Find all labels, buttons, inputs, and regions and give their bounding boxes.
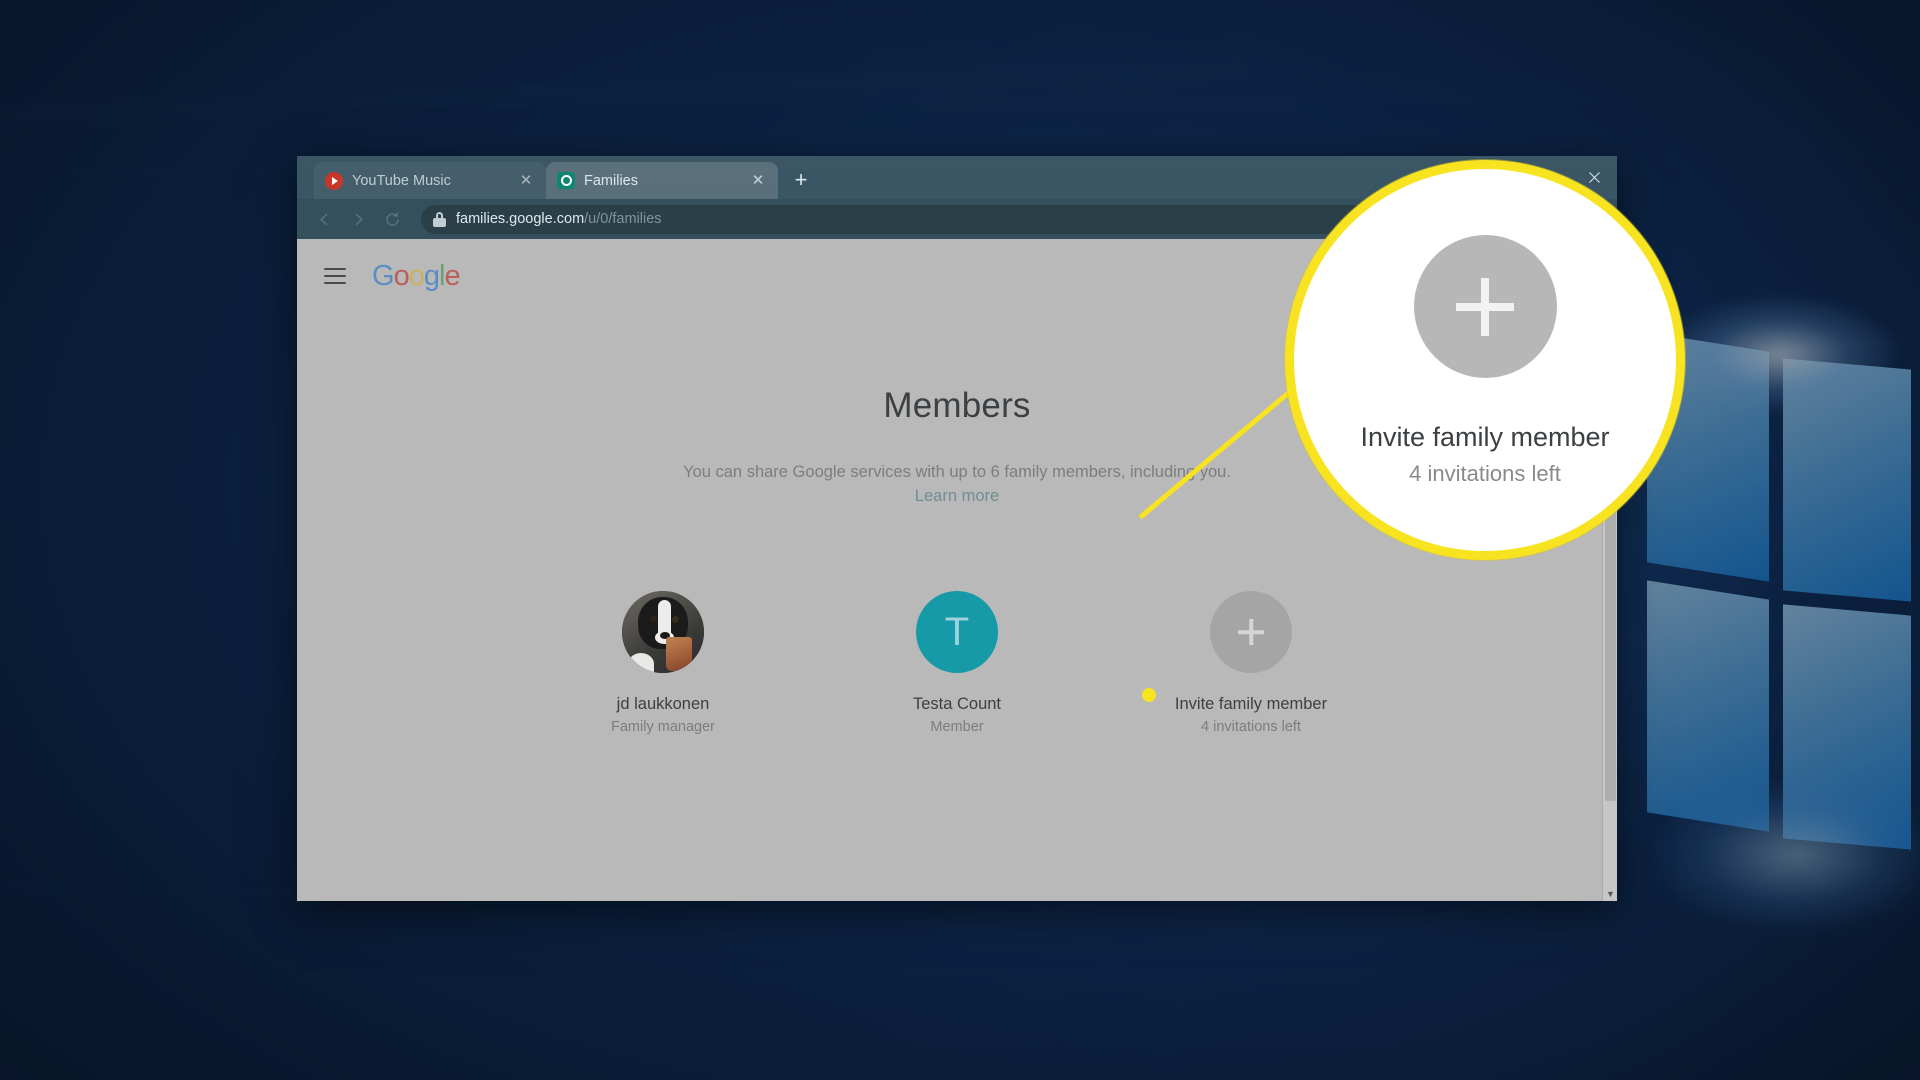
learn-more-link[interactable]: Learn more xyxy=(915,487,999,506)
magnifier-callout: Invite family member 4 invitations left xyxy=(1285,160,1685,560)
member-card-jd-laukkonen[interactable]: jd laukkonen Family manager xyxy=(563,591,763,735)
plus-icon[interactable] xyxy=(1210,591,1292,673)
invite-family-member-button[interactable]: Invite family member 4 invitations left xyxy=(1151,591,1351,735)
url-host: families.google.com xyxy=(456,211,585,227)
logo-letter: G xyxy=(372,259,395,292)
url-text: families.google.com/u/0/families xyxy=(456,211,662,227)
member-role: Family manager xyxy=(611,719,715,735)
logo-letter: o xyxy=(393,259,410,292)
hamburger-menu-icon[interactable] xyxy=(324,268,346,284)
tab-youtube-music[interactable]: YouTube Music ✕ xyxy=(314,162,546,199)
member-card-testa-count[interactable]: T Testa Count Member xyxy=(857,591,1057,735)
new-tab-button[interactable]: + xyxy=(786,165,816,195)
tab-close-icon[interactable]: ✕ xyxy=(517,172,535,190)
scroll-down-arrow-icon[interactable]: ▼ xyxy=(1603,889,1617,899)
lock-icon xyxy=(433,211,446,227)
tab-title: Families xyxy=(584,172,638,189)
avatar xyxy=(622,591,704,673)
back-arrow-icon[interactable] xyxy=(309,204,339,234)
logo-letter: g xyxy=(423,259,440,292)
callout-pointer-dot xyxy=(1142,688,1156,702)
google-families-icon xyxy=(557,172,575,189)
avatar: T xyxy=(916,591,998,673)
tab-families[interactable]: Families ✕ xyxy=(546,162,778,199)
invitations-left: 4 invitations left xyxy=(1201,719,1301,735)
google-logo: Google xyxy=(372,259,461,293)
forward-arrow-icon[interactable] xyxy=(343,204,373,234)
url-path: /u/0/families xyxy=(584,211,662,227)
logo-letter: e xyxy=(444,259,460,292)
member-list: jd laukkonen Family manager T Testa Coun… xyxy=(297,591,1617,735)
logo-letter: o xyxy=(408,259,425,292)
member-name: jd laukkonen xyxy=(616,695,710,713)
tab-title: YouTube Music xyxy=(352,172,451,189)
reload-icon[interactable] xyxy=(377,204,407,234)
invite-label: Invite family member xyxy=(1174,695,1328,713)
plus-icon xyxy=(1413,235,1557,378)
magnified-invitations-left: 4 invitations left xyxy=(1409,461,1561,486)
magnified-invite-label: Invite family member xyxy=(1360,422,1610,452)
youtube-music-icon xyxy=(325,171,343,190)
tab-close-icon[interactable]: ✕ xyxy=(749,172,767,190)
member-role: Member xyxy=(930,719,984,735)
member-name: Testa Count xyxy=(912,695,1002,713)
